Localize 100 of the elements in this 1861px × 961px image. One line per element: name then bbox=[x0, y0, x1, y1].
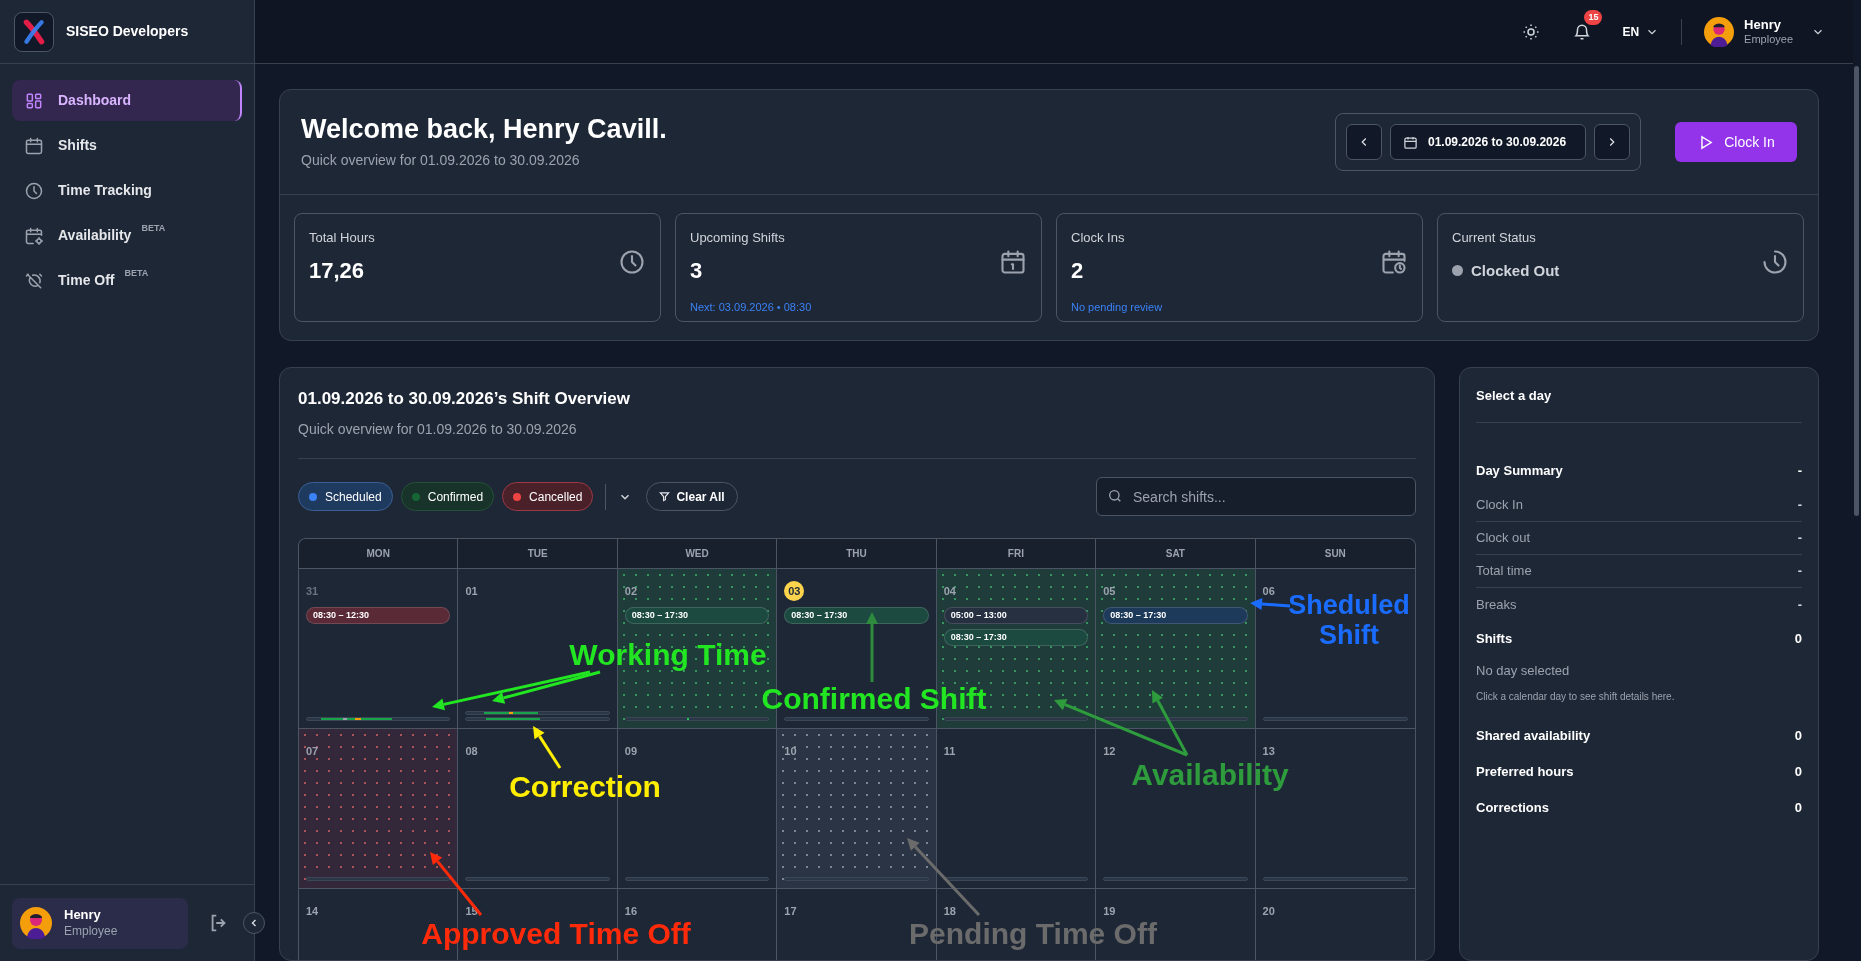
nav-item[interactable]: Availability BETA bbox=[12, 215, 242, 256]
empty-hint: Click a calendar day to see shift details here. bbox=[1476, 689, 1676, 704]
stat-label: Current Status bbox=[1452, 229, 1537, 247]
weekday-header: TUE bbox=[458, 538, 618, 568]
annotation-label: Approved Time Off bbox=[420, 919, 692, 949]
annotation-arrow bbox=[866, 612, 878, 682]
logo-icon bbox=[14, 11, 54, 52]
user-name: Henry bbox=[1744, 16, 1782, 33]
day-number[interactable]: 04 bbox=[943, 580, 956, 601]
stat-label: Upcoming Shifts bbox=[690, 229, 786, 247]
day-number[interactable]: 10 bbox=[784, 740, 797, 761]
stat-value: 3 bbox=[690, 256, 704, 285]
nav-item[interactable]: Time Off BETA bbox=[12, 260, 242, 301]
overview-subtitle: Quick overview for 01.09.2026 to 30.09.2026 bbox=[298, 419, 578, 439]
welcome-subtitle: Quick overview for 01.09.2026 to 30.09.2026 bbox=[301, 151, 581, 171]
language-selector[interactable]: EN bbox=[1622, 22, 1660, 41]
panel-title: Select a day bbox=[1476, 387, 1553, 405]
weekday-header: WED bbox=[617, 538, 778, 568]
day-number[interactable]: 02 bbox=[624, 580, 638, 601]
nav-item[interactable]: Dashboard bbox=[12, 80, 242, 121]
day-number[interactable]: 19 bbox=[1103, 900, 1116, 921]
annotation-label: Sheduled Shift bbox=[1287, 590, 1411, 650]
calendar-clock-icon bbox=[1380, 248, 1408, 276]
summary-value: 0 bbox=[1794, 798, 1802, 817]
clock-icon bbox=[618, 248, 646, 276]
day-number[interactable]: 09 bbox=[624, 740, 638, 761]
clock-icon bbox=[24, 180, 44, 201]
summary-label: Clock In bbox=[1476, 496, 1523, 515]
summary-heading: Preferred hours bbox=[1476, 762, 1574, 781]
day-number[interactable]: 07 bbox=[306, 740, 319, 761]
annotation-label: Correction bbox=[508, 772, 662, 802]
annotation-arrow bbox=[533, 726, 562, 769]
empty-title: No day selected bbox=[1476, 662, 1571, 680]
avatar bbox=[20, 907, 52, 939]
day-number[interactable]: 06 bbox=[1262, 580, 1275, 601]
weekday-header: SUN bbox=[1323, 546, 1347, 561]
today-badge[interactable]: 03 bbox=[784, 580, 805, 601]
summary-label: Total time bbox=[1476, 562, 1532, 581]
day-number[interactable]: 20 bbox=[1262, 900, 1275, 921]
day-number[interactable]: 05 bbox=[1103, 580, 1116, 601]
shift-chip[interactable]: 08:30 – 12:30 bbox=[306, 606, 451, 624]
filter-chip[interactable]: Scheduled bbox=[298, 482, 393, 511]
brand-name: SISEO Developers bbox=[66, 22, 189, 41]
weekday-header: MON bbox=[299, 538, 459, 568]
calendar-gear-icon bbox=[24, 225, 44, 246]
day-number[interactable]: 14 bbox=[306, 900, 319, 921]
filter-chip[interactable]: Cancelled bbox=[502, 482, 594, 511]
weekday-header: THU bbox=[777, 538, 937, 568]
clock-in-button[interactable]: Clock In bbox=[1675, 122, 1797, 162]
annotation-arrow bbox=[1250, 597, 1291, 610]
day-number[interactable]: 18 bbox=[943, 900, 956, 921]
annotation-arrow bbox=[430, 852, 483, 916]
day-number[interactable]: 16 bbox=[624, 900, 638, 921]
welcome-heading: Welcome back, Henry Cavill. bbox=[301, 112, 667, 146]
stat-note: Next: 03.09.2026 • 08:30 bbox=[690, 299, 812, 315]
stat-note: No pending review bbox=[1071, 299, 1163, 315]
user-role: Employee bbox=[1744, 32, 1793, 47]
sun-icon[interactable] bbox=[1522, 22, 1541, 41]
calendar-icon bbox=[24, 135, 44, 156]
day-number[interactable]: 31 bbox=[306, 580, 319, 601]
nav-item[interactable]: Time Tracking bbox=[12, 170, 242, 211]
summary-label: Breaks bbox=[1476, 595, 1517, 614]
clock-dashed-icon bbox=[1761, 248, 1789, 276]
day-number[interactable]: 08 bbox=[465, 740, 478, 761]
annotation-label: Working Time bbox=[568, 640, 768, 670]
avatar bbox=[1704, 16, 1735, 47]
summary-value: 0 bbox=[1794, 762, 1802, 781]
overview-title: 01.09.2026 to 30.09.2026’s Shift Overview bbox=[298, 388, 632, 410]
summary-value: - bbox=[1797, 462, 1802, 481]
filter-icon bbox=[659, 491, 671, 502]
bell-icon[interactable] bbox=[1573, 22, 1592, 41]
day-number[interactable]: 13 bbox=[1262, 740, 1275, 761]
filter-chip[interactable]: Confirmed bbox=[400, 482, 495, 511]
day-number[interactable]: 01 bbox=[465, 580, 478, 601]
search-field[interactable]: Search shifts... bbox=[1096, 477, 1416, 516]
stat-label: Total Hours bbox=[309, 229, 375, 247]
beta-label: BETA bbox=[141, 223, 166, 234]
stat-value: 17,26 bbox=[309, 256, 366, 285]
summary-value: - bbox=[1797, 562, 1802, 581]
user-card[interactable]: Henry Employee bbox=[12, 897, 188, 949]
collapse-button[interactable] bbox=[243, 912, 265, 934]
summary-value: - bbox=[1797, 595, 1802, 614]
beta-label: BETA bbox=[124, 268, 149, 279]
date-range-button[interactable]: 01.09.2026 to 30.09.2026 bbox=[1390, 124, 1586, 160]
summary-value: 0 bbox=[1794, 630, 1802, 649]
day-number[interactable]: 11 bbox=[943, 740, 956, 761]
nav-item[interactable]: Shifts bbox=[12, 125, 242, 166]
summary-heading: Corrections bbox=[1476, 798, 1549, 817]
annotation-label: Confirmed Shift bbox=[760, 684, 988, 714]
calendar-day-icon bbox=[999, 248, 1027, 276]
shift-chip[interactable]: 08:30 – 17:30 bbox=[784, 606, 929, 624]
day-number[interactable]: 17 bbox=[784, 900, 797, 921]
user-role: Employee bbox=[64, 923, 118, 939]
summary-heading: Shifts bbox=[1476, 630, 1513, 649]
scrollbar-thumb[interactable] bbox=[1854, 66, 1859, 516]
day-number[interactable]: 12 bbox=[1103, 740, 1116, 761]
day-number[interactable]: 15 bbox=[465, 900, 478, 921]
annotation-label: Availability bbox=[1130, 760, 1290, 790]
weekday-header: FRI bbox=[936, 538, 1097, 568]
summary-heading: Shared availability bbox=[1476, 726, 1591, 745]
